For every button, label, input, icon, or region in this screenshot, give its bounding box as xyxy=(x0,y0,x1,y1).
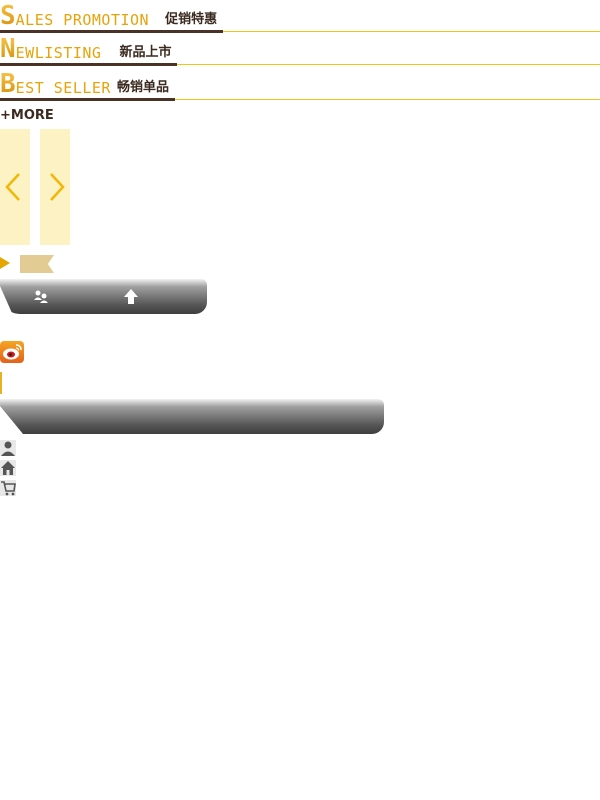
more-link[interactable]: +MORE xyxy=(0,108,54,123)
title-text: EWLISTING xyxy=(15,44,102,62)
page: S ALES PROMOTION 促销特惠 N EWLISTING 新品上市 B… xyxy=(0,0,600,800)
home-icon[interactable] xyxy=(0,460,16,476)
weibo-icon[interactable] xyxy=(0,341,24,363)
weibo-logo xyxy=(3,344,22,360)
upload-arrow-icon[interactable] xyxy=(122,288,140,306)
title-chinese: 畅销单品 xyxy=(116,80,169,95)
chevron-right-icon xyxy=(50,173,65,201)
section-header-newlisting: N EWLISTING 新品上市 xyxy=(0,32,600,66)
title-chinese: 促销特惠 xyxy=(165,12,218,27)
title-chinese: 新品上市 xyxy=(119,45,172,60)
title-text: ALES PROMOTION xyxy=(15,11,150,29)
carousel-prev-button[interactable] xyxy=(0,129,30,245)
section-title-group[interactable]: N EWLISTING 新品上市 xyxy=(0,32,178,66)
toolbar-bottom xyxy=(0,399,384,434)
title-initial: B xyxy=(0,69,16,99)
play-triangle-icon xyxy=(0,257,10,269)
section-title-group[interactable]: S ALES PROMOTION 促销特惠 xyxy=(0,0,224,33)
accent-bar xyxy=(0,372,2,394)
section-header-best-seller: B EST SELLER 畅销单品 xyxy=(0,67,600,101)
ribbon-tag xyxy=(20,255,54,273)
cart-icon[interactable] xyxy=(0,480,16,496)
toolbar-top xyxy=(0,279,207,314)
person-icon[interactable] xyxy=(0,440,16,456)
section-header-sales-promotion: S ALES PROMOTION 促销特惠 xyxy=(0,0,600,33)
carousel-next-button[interactable] xyxy=(40,129,70,245)
section-title-group[interactable]: B EST SELLER 畅销单品 xyxy=(0,67,175,101)
title-initial: S xyxy=(0,1,16,31)
chevron-left-icon xyxy=(5,173,20,201)
title-initial: N xyxy=(0,34,16,64)
users-icon[interactable] xyxy=(32,288,50,306)
title-text: EST SELLER xyxy=(15,79,111,97)
